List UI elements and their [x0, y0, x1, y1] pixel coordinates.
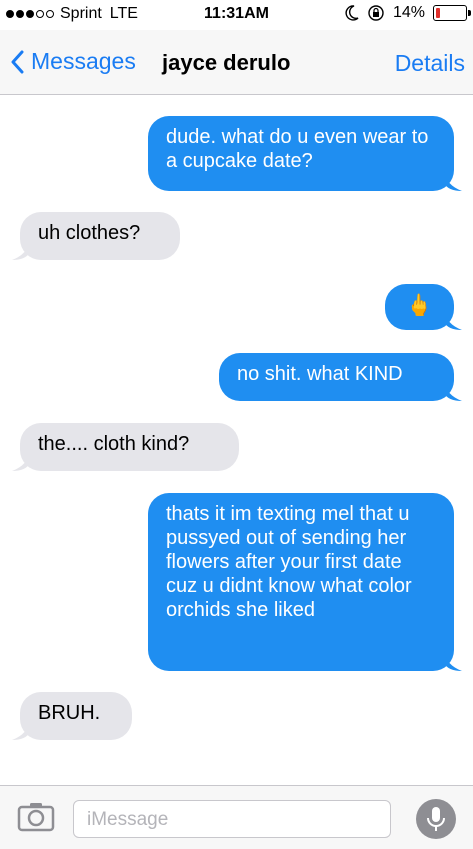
status-right: 14% [345, 4, 471, 22]
message-text: thats it im texting mel that u pussyed o… [166, 503, 412, 621]
navigation-bar: Messages jayce derulo Details [0, 30, 473, 95]
battery-icon [433, 5, 471, 21]
compose-bar: iMessage [0, 785, 473, 849]
camera-icon[interactable] [17, 800, 55, 832]
message-text: dude. what do u even wear to a cupcake d… [166, 126, 429, 172]
moon-icon [345, 5, 359, 21]
message-text: BRUH. [38, 702, 101, 724]
message-bubble-outgoing: thats it im texting mel that u pussyed o… [148, 493, 462, 671]
bubble-tail [12, 451, 30, 471]
message-bubble-outgoing: dude. what do u even wear to a cupcake d… [148, 116, 462, 191]
bubble-tail [444, 171, 462, 191]
back-label: Messages [31, 48, 136, 74]
bubble-tail [12, 240, 30, 260]
message-text: the.... cloth kind? [38, 433, 190, 455]
bubble-tail [444, 310, 462, 330]
message-thread: dude. what do u even wear to a cupcake d… [0, 95, 473, 785]
message-bubble-incoming: BRUH. [12, 692, 132, 740]
contact-name: jayce derulo [162, 50, 291, 75]
message-bubble-outgoing: no shit. what KIND [219, 353, 462, 401]
bubble-tail [444, 381, 462, 401]
back-button[interactable]: Messages [10, 48, 136, 75]
message-bubble-incoming: uh clothes? [12, 212, 180, 260]
message-text: no shit. what KIND [237, 363, 403, 385]
message-bubble-outgoing: 🖕 [385, 284, 462, 330]
rotation-lock-icon [368, 5, 384, 21]
bubble-tail [12, 720, 30, 740]
emoji-middle-finger: 🖕 [406, 294, 433, 317]
microphone-icon [427, 807, 445, 831]
message-bubble-incoming: the.... cloth kind? [12, 423, 239, 471]
bubble-tail [444, 651, 462, 671]
microphone-button[interactable] [416, 799, 456, 839]
battery-percent: 14% [392, 4, 425, 21]
chevron-left-icon [11, 50, 24, 73]
message-input-placeholder: iMessage [87, 809, 169, 830]
details-button[interactable]: Details [395, 50, 465, 77]
message-text: uh clothes? [38, 222, 141, 244]
message-input[interactable]: iMessage [73, 800, 391, 838]
status-bar: Sprint LTE 11:31AM 14% [0, 0, 473, 30]
